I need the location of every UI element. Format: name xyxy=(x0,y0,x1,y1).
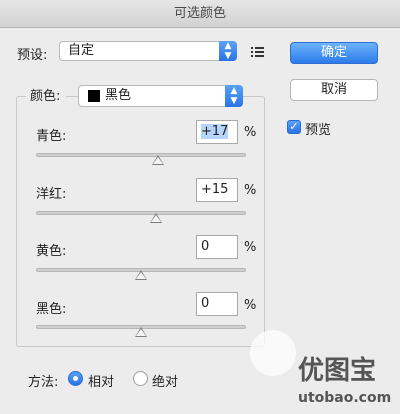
black-unit: % xyxy=(244,298,257,313)
color-swatch xyxy=(88,90,100,102)
colors-value: 黑色 xyxy=(105,88,132,103)
magenta-value-field[interactable]: +15 xyxy=(196,178,238,202)
black-label: 黑色: xyxy=(36,302,67,317)
magenta-value: +15 xyxy=(201,182,229,197)
cyan-value-field[interactable]: +17 xyxy=(196,120,238,144)
cyan-label: 青色: xyxy=(36,129,67,144)
yellow-slider-thumb[interactable] xyxy=(135,270,147,280)
colors-legend: 颜色: xyxy=(26,86,67,108)
preset-options-icon[interactable] xyxy=(251,46,265,58)
checkmark-icon: ✓ xyxy=(289,120,299,133)
ok-button[interactable]: 确定 xyxy=(290,42,378,64)
radio-absolute[interactable] xyxy=(133,371,148,386)
colors-label: 颜色: xyxy=(30,89,61,104)
magenta-unit: % xyxy=(244,183,257,198)
preset-label: 预设: xyxy=(17,48,48,63)
black-value: 0 xyxy=(201,296,210,311)
cyan-unit: % xyxy=(244,125,257,140)
preview-label: 预览 xyxy=(305,123,332,138)
magenta-slider-thumb[interactable] xyxy=(150,213,162,223)
yellow-unit: % xyxy=(244,240,257,255)
black-slider-thumb[interactable] xyxy=(135,327,147,337)
window-title: 可选颜色 xyxy=(0,0,400,28)
dropdown-arrows-icon: ▲ ▼ xyxy=(225,85,243,107)
dropdown-arrows-icon: ▲ ▼ xyxy=(219,41,237,61)
watermark-logo xyxy=(250,330,296,376)
black-value-field[interactable]: 0 xyxy=(196,292,238,316)
yellow-value-field[interactable]: 0 xyxy=(196,235,238,259)
cyan-value: +17 xyxy=(201,124,229,139)
preset-dropdown[interactable]: 自定 ▲ ▼ xyxy=(59,41,237,61)
preview-checkbox[interactable]: ✓ xyxy=(287,120,301,134)
yellow-value: 0 xyxy=(201,239,210,254)
watermark-brand: 优图宝 xyxy=(298,356,377,386)
absolute-label[interactable]: 绝对 xyxy=(152,371,178,390)
cancel-button[interactable]: 取消 xyxy=(290,79,378,101)
cyan-slider-thumb[interactable] xyxy=(152,155,164,165)
preset-value: 自定 xyxy=(68,43,95,58)
colors-dropdown[interactable]: 黑色 ▲ ▼ xyxy=(78,85,243,107)
watermark-url: utobao.com xyxy=(298,390,392,406)
method-label: 方法: xyxy=(28,375,59,390)
relative-label[interactable]: 相对 xyxy=(88,371,114,390)
magenta-label: 洋红: xyxy=(36,187,67,202)
radio-relative[interactable] xyxy=(68,371,83,386)
yellow-label: 黄色: xyxy=(36,244,67,259)
magenta-slider-track[interactable] xyxy=(36,211,246,215)
cyan-slider-track[interactable] xyxy=(36,153,246,157)
